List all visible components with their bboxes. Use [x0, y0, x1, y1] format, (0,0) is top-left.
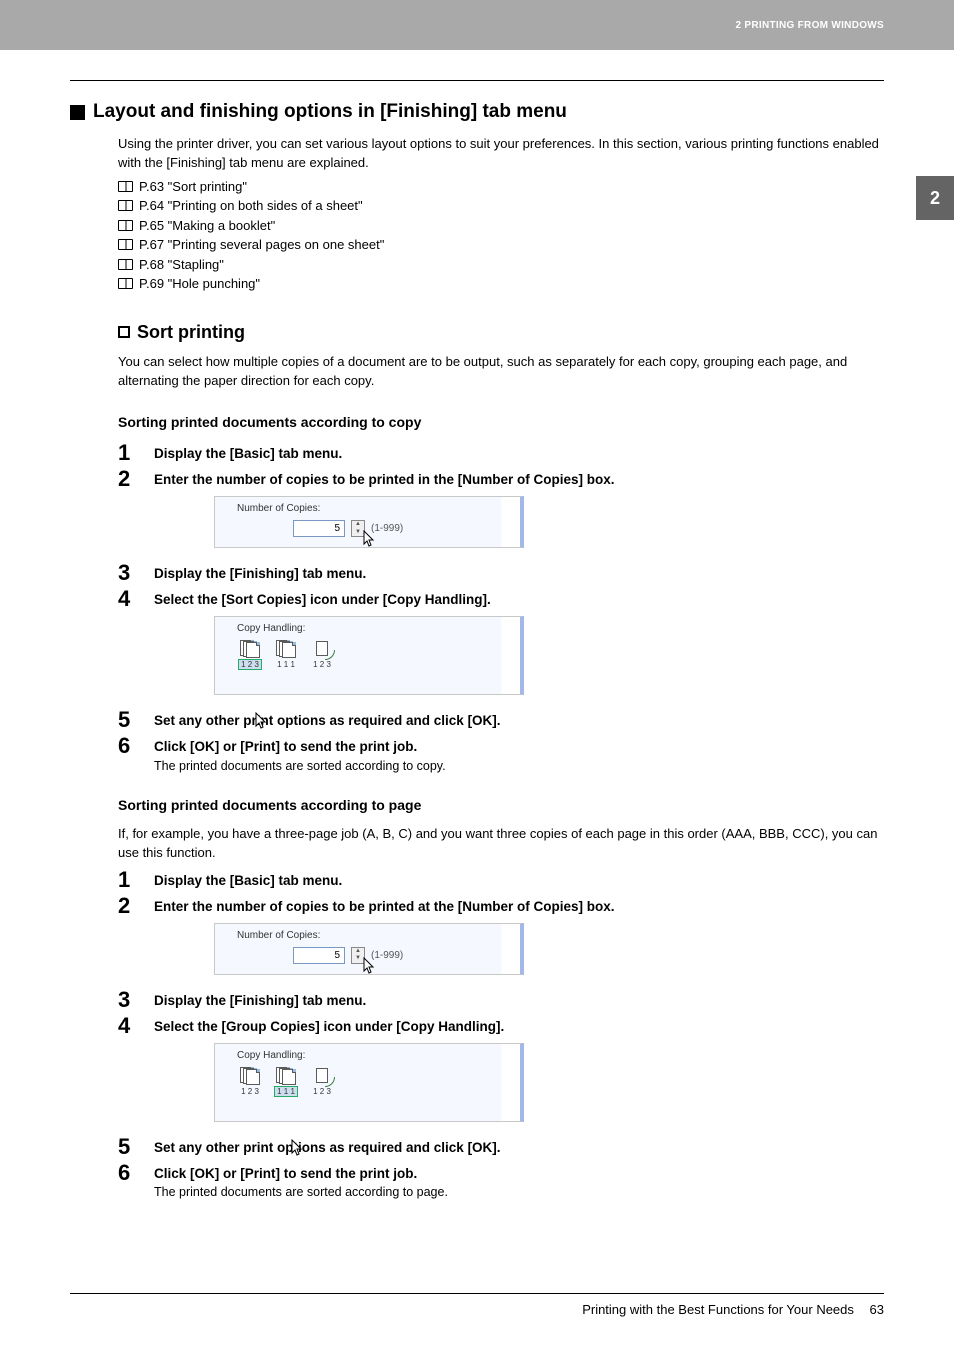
screenshot-copies: Number of Copies: ▲▼ (1-999)	[214, 923, 524, 975]
cursor-icon	[255, 712, 269, 730]
step-number: 4	[118, 1015, 142, 1037]
step-note: The printed documents are sorted accordi…	[154, 759, 884, 773]
ss-copies-label: Number of Copies:	[237, 930, 520, 941]
section-intro-text: Using the printer driver, you can set va…	[118, 135, 884, 173]
procedure-steps: 1 Display the [Basic] tab menu. 2 Enter …	[118, 442, 884, 773]
outline-square-icon	[118, 326, 130, 338]
ss-handling-label: Copy Handling:	[237, 1050, 520, 1061]
screenshot-copies: Number of Copies: ▲▼ (1-999)	[214, 496, 524, 548]
group-copies-icon[interactable]: 1 1 1	[273, 640, 299, 670]
page-content: Layout and finishing options in [Finishi…	[0, 50, 954, 1223]
rotate-sort-icon[interactable]: 1 2 3	[309, 640, 335, 670]
cursor-icon	[363, 957, 377, 975]
step-title: Click [OK] or [Print] to send the print …	[154, 1165, 884, 1184]
step-number: 4	[118, 588, 142, 610]
copies-input[interactable]	[293, 947, 345, 964]
procedure-heading: Sorting printed documents according to c…	[118, 414, 884, 430]
chapter-title: 2 PRINTING FROM WINDOWS	[735, 20, 884, 31]
ss-copies-label: Number of Copies:	[237, 503, 520, 514]
procedure-intro: If, for example, you have a three-page j…	[118, 825, 884, 863]
xref-item[interactable]: P.63 "Sort printing"	[118, 177, 884, 197]
subsection-intro: You can select how multiple copies of a …	[118, 353, 884, 391]
book-icon	[118, 181, 133, 192]
top-rule	[70, 80, 884, 81]
rotate-sort-icon[interactable]: 1 2 3	[309, 1067, 335, 1097]
group-copies-icon[interactable]: 1 1 1	[273, 1067, 299, 1097]
filled-square-icon	[70, 105, 85, 120]
book-icon	[118, 220, 133, 231]
step-title: Display the [Finishing] tab menu.	[154, 992, 884, 1011]
ss-handling-label: Copy Handling:	[237, 623, 520, 634]
screenshot-copy-handling: Copy Handling: 1 2 3 1 1 1 1 2 3	[214, 1043, 524, 1122]
xref-item[interactable]: P.67 "Printing several pages on one shee…	[118, 235, 884, 255]
step-title: Select the [Sort Copies] icon under [Cop…	[154, 591, 884, 610]
step-title: Enter the number of copies to be printed…	[154, 471, 884, 490]
step-title: Click [OK] or [Print] to send the print …	[154, 738, 884, 757]
page-number: 63	[870, 1302, 884, 1317]
cross-reference-list: P.63 "Sort printing" P.64 "Printing on b…	[118, 177, 884, 294]
step-number: 1	[118, 869, 142, 891]
xref-item[interactable]: P.65 "Making a booklet"	[118, 216, 884, 236]
step-title: Set any other print options as required …	[154, 1139, 884, 1158]
section-heading: Layout and finishing options in [Finishi…	[70, 101, 884, 123]
copies-input[interactable]	[293, 520, 345, 537]
step-number: 5	[118, 709, 142, 731]
cursor-icon	[291, 1139, 305, 1157]
step-title: Enter the number of copies to be printed…	[154, 898, 884, 917]
screenshot-copy-handling: Copy Handling: 1 2 3 1 1 1 1 2 3	[214, 616, 524, 695]
sort-copies-icon[interactable]: 1 2 3	[237, 1067, 263, 1097]
cursor-icon	[363, 530, 377, 548]
section-heading-text: Layout and finishing options in [Finishi…	[93, 101, 567, 123]
chapter-side-tab: 2	[916, 176, 954, 220]
step-note: The printed documents are sorted accordi…	[154, 1185, 884, 1199]
step-number: 5	[118, 1136, 142, 1158]
step-title: Display the [Basic] tab menu.	[154, 872, 884, 891]
subsection-heading-text: Sort printing	[137, 322, 245, 343]
page-footer: Printing with the Best Functions for You…	[70, 1293, 884, 1317]
xref-item[interactable]: P.68 "Stapling"	[118, 255, 884, 275]
procedure-steps: 1 Display the [Basic] tab menu. 2 Enter …	[118, 869, 884, 1200]
xref-item[interactable]: P.69 "Hole punching"	[118, 274, 884, 294]
step-number: 2	[118, 468, 142, 490]
step-title: Select the [Group Copies] icon under [Co…	[154, 1018, 884, 1037]
step-number: 3	[118, 989, 142, 1011]
step-number: 3	[118, 562, 142, 584]
book-icon	[118, 278, 133, 289]
step-title: Display the [Finishing] tab menu.	[154, 565, 884, 584]
book-icon	[118, 200, 133, 211]
subsection-heading: Sort printing	[118, 322, 884, 343]
sort-copies-icon[interactable]: 1 2 3	[237, 640, 263, 670]
page-header-bar: 2 PRINTING FROM WINDOWS	[0, 0, 954, 50]
step-number: 6	[118, 735, 142, 757]
book-icon	[118, 259, 133, 270]
step-number: 1	[118, 442, 142, 464]
book-icon	[118, 239, 133, 250]
footer-text: Printing with the Best Functions for You…	[582, 1302, 854, 1317]
xref-item[interactable]: P.64 "Printing on both sides of a sheet"	[118, 196, 884, 216]
step-number: 2	[118, 895, 142, 917]
step-number: 6	[118, 1162, 142, 1184]
procedure-heading: Sorting printed documents according to p…	[118, 797, 884, 813]
step-title: Display the [Basic] tab menu.	[154, 445, 884, 464]
